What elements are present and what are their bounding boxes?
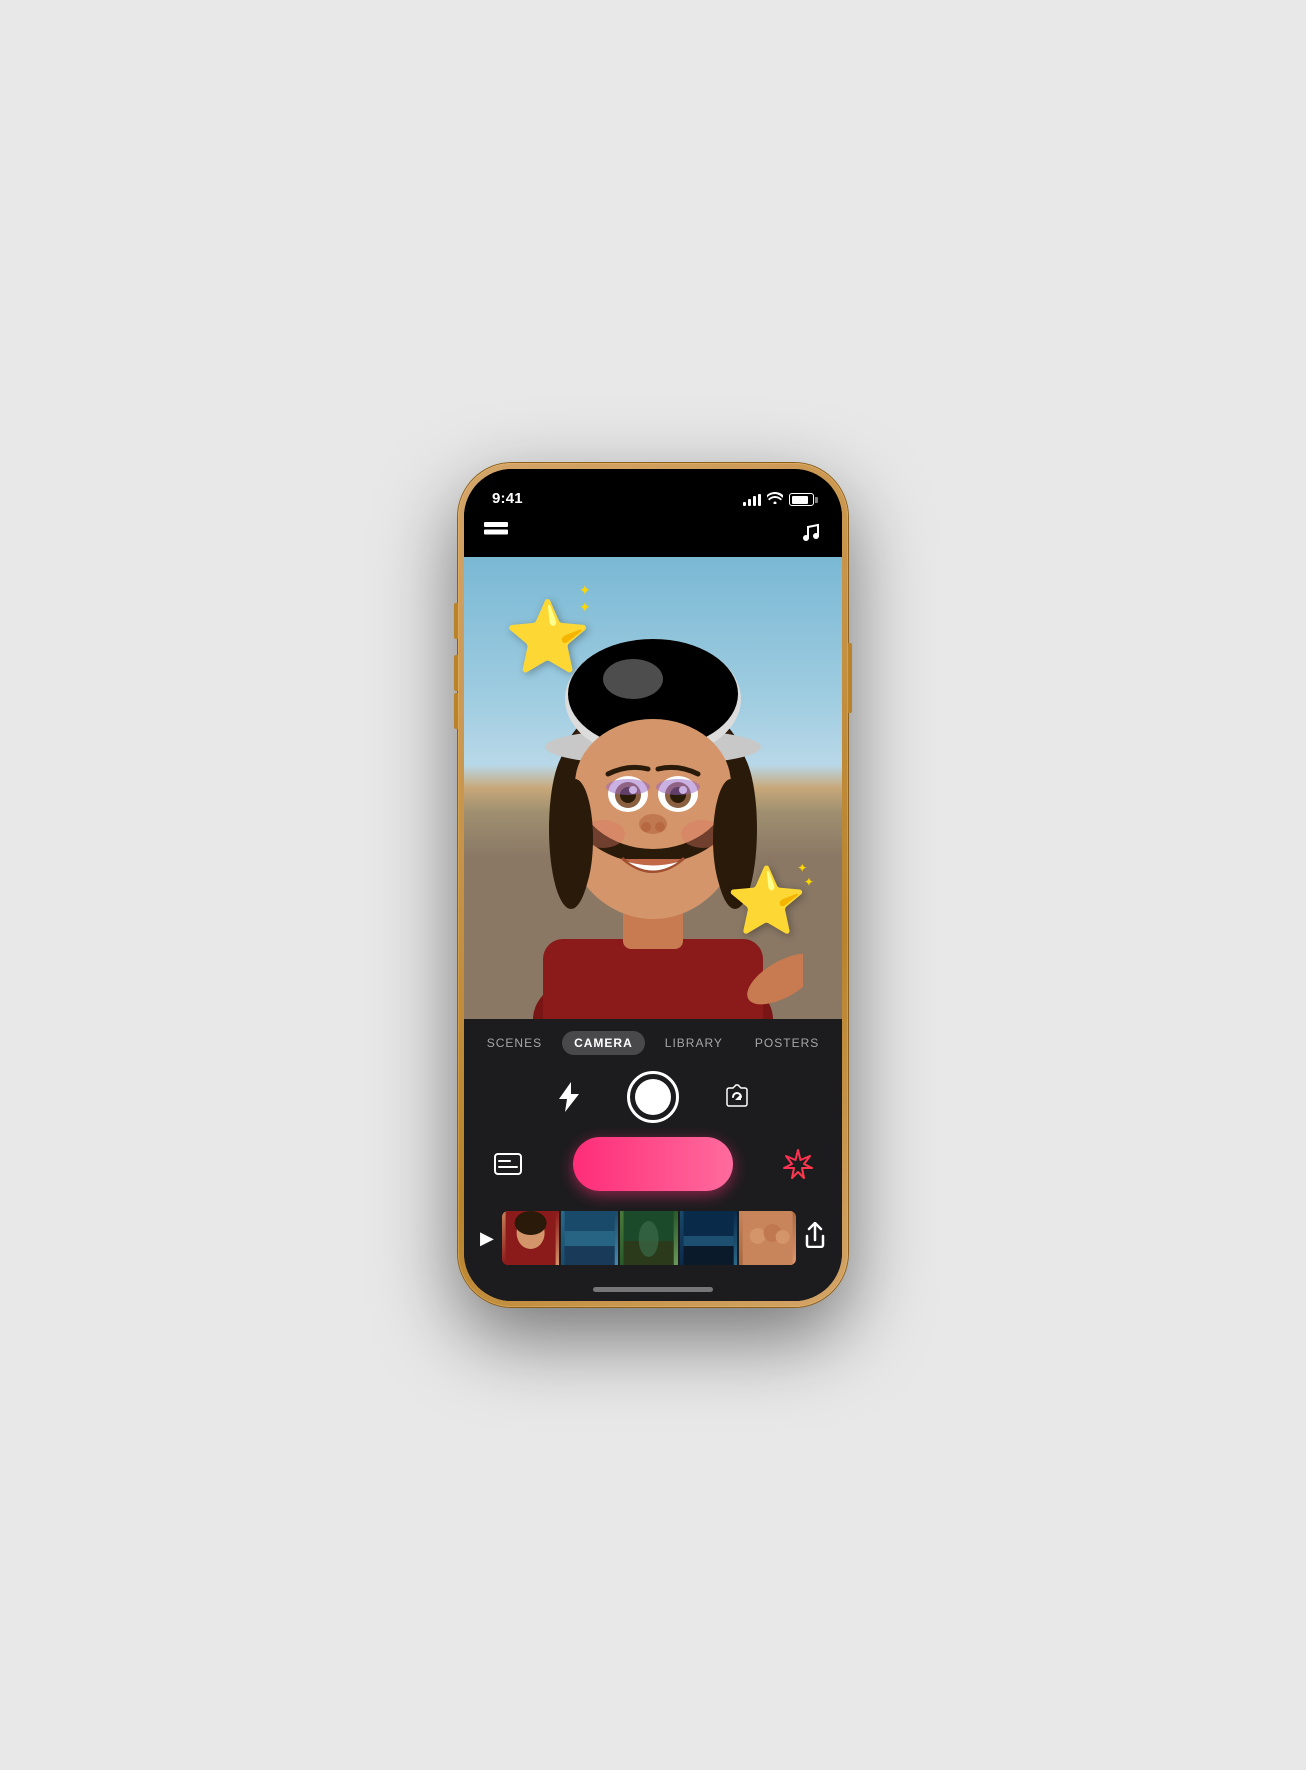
tab-library[interactable]: LIBRARY: [653, 1031, 735, 1055]
sparkle-right: ✦ ✦: [797, 861, 814, 889]
battery-icon: [789, 493, 814, 506]
flash-button[interactable]: [551, 1079, 587, 1115]
tab-scenes[interactable]: SCENES: [475, 1031, 554, 1055]
capture-inner: [635, 1079, 671, 1115]
notch: [573, 469, 733, 499]
home-bar: [593, 1287, 713, 1292]
film-clip-5[interactable]: [739, 1211, 796, 1265]
film-clip-3[interactable]: [620, 1211, 677, 1265]
record-button[interactable]: [573, 1137, 733, 1191]
music-icon[interactable]: [800, 521, 822, 549]
star-emoji-right: ⭐: [726, 863, 807, 939]
status-icons: [743, 492, 814, 507]
wifi-icon: [767, 492, 783, 507]
flip-camera-button[interactable]: [719, 1079, 755, 1115]
film-clip-2[interactable]: [561, 1211, 618, 1265]
film-clip-1[interactable]: [502, 1211, 559, 1265]
bottom-controls: SCENES CAMERA LIBRARY POSTERS: [464, 1019, 842, 1301]
play-button[interactable]: ▶: [480, 1228, 494, 1249]
capture-button[interactable]: [627, 1071, 679, 1123]
camera-controls-row: [464, 1063, 842, 1129]
effects-button[interactable]: [778, 1144, 818, 1184]
filmstrip-row: ▶: [464, 1207, 842, 1277]
status-time: 9:41: [492, 490, 523, 507]
signal-icon: [743, 494, 761, 506]
camera-viewfinder: ⭐ ✦✦ ⭐ ✦ ✦: [464, 557, 842, 1019]
share-button[interactable]: [804, 1222, 826, 1254]
phone-screen: 9:41: [464, 469, 842, 1301]
tab-bar: SCENES CAMERA LIBRARY POSTERS: [464, 1019, 842, 1063]
sparkle-left: ✦✦: [579, 582, 591, 616]
film-clip-4[interactable]: [680, 1211, 737, 1265]
home-indicator: [464, 1277, 842, 1301]
layers-icon[interactable]: [484, 522, 508, 548]
action-row: [464, 1129, 842, 1207]
phone-device: 9:41: [458, 463, 848, 1307]
tab-posters[interactable]: POSTERS: [743, 1031, 831, 1055]
app-header: [464, 513, 842, 557]
filmstrip[interactable]: [502, 1211, 796, 1265]
caption-button[interactable]: [488, 1144, 528, 1184]
tab-camera[interactable]: CAMERA: [562, 1031, 645, 1055]
